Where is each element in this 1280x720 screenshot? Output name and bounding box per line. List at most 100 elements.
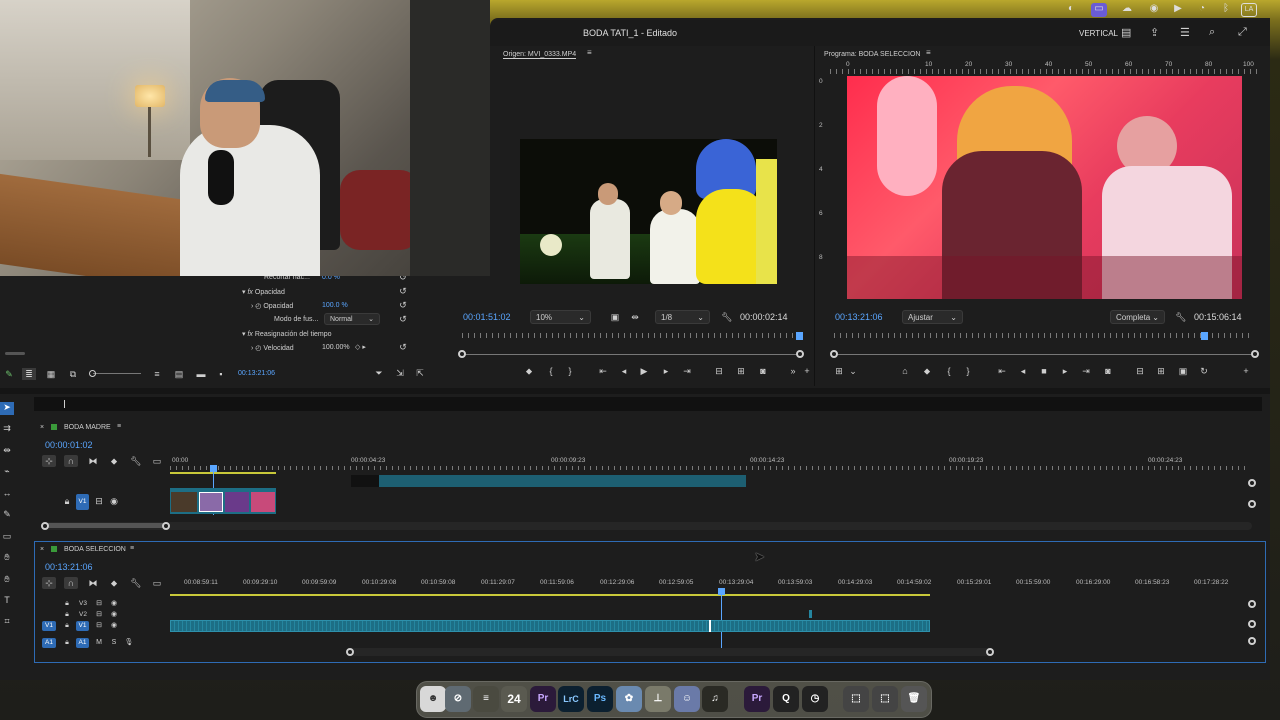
- premiere-pro-icon[interactable]: Pr: [530, 686, 556, 712]
- timeline-madre-hscroll-thumb[interactable]: [45, 523, 166, 528]
- program-out-handle[interactable]: [1251, 350, 1259, 358]
- panel-menu-icon[interactable]: ≡: [926, 48, 931, 57]
- creative-cloud-icon[interactable]: ☁: [1119, 3, 1135, 17]
- wrench-icon[interactable]: 🔧︎: [129, 455, 143, 467]
- photoshop-icon[interactable]: Ps: [587, 686, 613, 712]
- v1-source-badge[interactable]: V1: [42, 621, 56, 631]
- downloads-folder-icon[interactable]: ⬚: [843, 686, 869, 712]
- scroll-handle[interactable]: [1248, 620, 1256, 628]
- nest-icon[interactable]: ⊹: [42, 455, 56, 467]
- wrench-icon[interactable]: 🔧︎: [720, 311, 734, 323]
- menu-icon[interactable]: ☰: [1180, 26, 1190, 39]
- timeline-seleccion-v1-clips[interactable]: [170, 620, 930, 632]
- share-icon[interactable]: ⇪: [1150, 26, 1159, 39]
- zoom-slider-handle[interactable]: [89, 370, 96, 377]
- zoom-tool-icon[interactable]: ✋︎: [0, 574, 14, 587]
- go-to-in-icon[interactable]: ⇤: [596, 365, 610, 377]
- pen-icon[interactable]: ✎: [0, 509, 14, 522]
- timeline-seleccion-timecode[interactable]: 00:13:21:06: [45, 562, 93, 572]
- lightroom-classic-icon[interactable]: LrC: [558, 686, 584, 712]
- scroll-handle[interactable]: [1248, 637, 1256, 645]
- calendar-icon[interactable]: 24: [501, 686, 527, 712]
- caption-icon[interactable]: ⌗: [0, 616, 14, 629]
- panel-menu-icon[interactable]: ≡: [117, 423, 121, 430]
- fullscreen-icon[interactable]: ⤢: [1238, 26, 1247, 39]
- source-monitor-tab[interactable]: Origen: MVI_0333.MP4: [503, 51, 577, 59]
- camera-icon[interactable]: ◙: [1101, 365, 1115, 377]
- work-area-bar[interactable]: [170, 594, 930, 596]
- keyboard-layout-icon[interactable]: LA: [1241, 3, 1257, 17]
- record-voiceover-icon[interactable]: 🎙︎: [122, 637, 136, 649]
- freeform-view-icon[interactable]: ⧉: [66, 368, 80, 380]
- snap-icon[interactable]: ∩: [64, 577, 78, 589]
- add-marker-icon[interactable]: ⬥: [107, 455, 121, 467]
- panel-menu-icon[interactable]: ≡: [130, 545, 134, 552]
- timeline-madre-clip-ghost[interactable]: [351, 475, 746, 487]
- scroll-handle[interactable]: [346, 648, 354, 656]
- wrench-icon[interactable]: 🔧︎: [129, 577, 143, 589]
- type-tool-icon[interactable]: T: [0, 595, 14, 608]
- track-v2-label[interactable]: V2: [79, 611, 87, 618]
- ripple-edit-icon[interactable]: ⇹: [0, 445, 14, 458]
- track-v3-label[interactable]: V3: [79, 600, 87, 607]
- lock-icon[interactable]: 🔒︎: [60, 495, 74, 507]
- source-zoom-dropdown[interactable]: 10% ⌄: [530, 310, 591, 324]
- eye-icon[interactable]: ◉: [107, 495, 121, 507]
- more-icon[interactable]: »: [786, 365, 800, 377]
- snap-icon[interactable]: ∩: [64, 455, 78, 467]
- source-resolution-dropdown[interactable]: 1/8 ⌄: [655, 310, 710, 324]
- program-quality-dropdown[interactable]: Completa ⌄: [1110, 310, 1165, 324]
- panel-scrollbar[interactable]: [5, 352, 25, 355]
- source-playhead[interactable]: [796, 332, 803, 340]
- loop-icon[interactable]: ↻: [1197, 365, 1211, 377]
- lock-icon[interactable]: 🔒︎: [60, 620, 74, 632]
- add-icon[interactable]: +: [800, 365, 814, 377]
- icon-view-icon[interactable]: ▦: [44, 368, 58, 380]
- step-back-icon[interactable]: ◂: [1016, 365, 1030, 377]
- program-playhead[interactable]: [1201, 332, 1208, 340]
- sync-lock-icon[interactable]: ⊟: [92, 620, 106, 632]
- linked-selection-icon[interactable]: ⧓: [86, 455, 100, 467]
- play-icon[interactable]: ▶: [1170, 3, 1186, 17]
- captions-icon[interactable]: ▭: [150, 455, 164, 467]
- track-select-icon[interactable]: ⇉: [0, 423, 14, 436]
- source-scrub-bar[interactable]: [462, 354, 800, 355]
- extract-icon[interactable]: ⊟: [1133, 365, 1147, 377]
- v1-source-badge[interactable]: V1: [76, 494, 89, 510]
- sync-lock-icon[interactable]: ⊟: [92, 495, 106, 507]
- scroll-handle[interactable]: [162, 522, 170, 530]
- mark-in-icon[interactable]: {: [544, 365, 558, 377]
- export-icon[interactable]: ⇱: [413, 367, 427, 379]
- discord-icon[interactable]: ☺: [674, 686, 700, 712]
- timeline-madre-timecode[interactable]: 00:00:01:02: [45, 440, 93, 450]
- program-timeline-ruler[interactable]: [834, 333, 1254, 338]
- fx-timecode[interactable]: 00:13:21:06: [238, 370, 275, 377]
- play-button-icon[interactable]: ▶: [637, 365, 651, 377]
- eye-icon[interactable]: ◉: [107, 620, 121, 632]
- scroll-handle[interactable]: [1248, 479, 1256, 487]
- grid-icon[interactable]: ⊞: [832, 365, 846, 377]
- scroll-handle[interactable]: [41, 522, 49, 530]
- timeline-madre-clips[interactable]: [170, 488, 276, 514]
- pencil-icon[interactable]: ✎: [2, 368, 16, 380]
- volume-icon[interactable]: ◔: [1194, 3, 1210, 17]
- workspace-label[interactable]: VERTICAL: [1079, 29, 1118, 38]
- solo-icon[interactable]: S: [107, 637, 121, 649]
- export-icon[interactable]: ⇲: [393, 367, 407, 379]
- mute-icon[interactable]: M: [92, 637, 106, 649]
- razor-icon[interactable]: ⌁: [0, 466, 14, 479]
- marker-icon[interactable]: ⬥: [522, 365, 536, 377]
- record-icon[interactable]: ◉: [1146, 3, 1162, 17]
- close-icon[interactable]: ×: [40, 546, 44, 553]
- v2-clip[interactable]: [809, 610, 812, 618]
- blend-mode-dropdown[interactable]: Normal ⌄: [324, 313, 380, 325]
- chevron-down-icon[interactable]: ⌄: [846, 365, 860, 377]
- automate-icon[interactable]: ▤: [172, 368, 186, 380]
- captions-icon[interactable]: ▭: [150, 577, 164, 589]
- speed-property[interactable]: › ◴ Velocidad: [251, 344, 294, 352]
- list-view-icon[interactable]: ≣: [22, 368, 36, 380]
- folder-icon[interactable]: ⬚: [872, 686, 898, 712]
- insert-clip-icon[interactable]: ⊟: [712, 365, 726, 377]
- reset-icon[interactable]: ↺: [396, 299, 410, 311]
- overwrite-clip-icon[interactable]: ⊞: [734, 365, 748, 377]
